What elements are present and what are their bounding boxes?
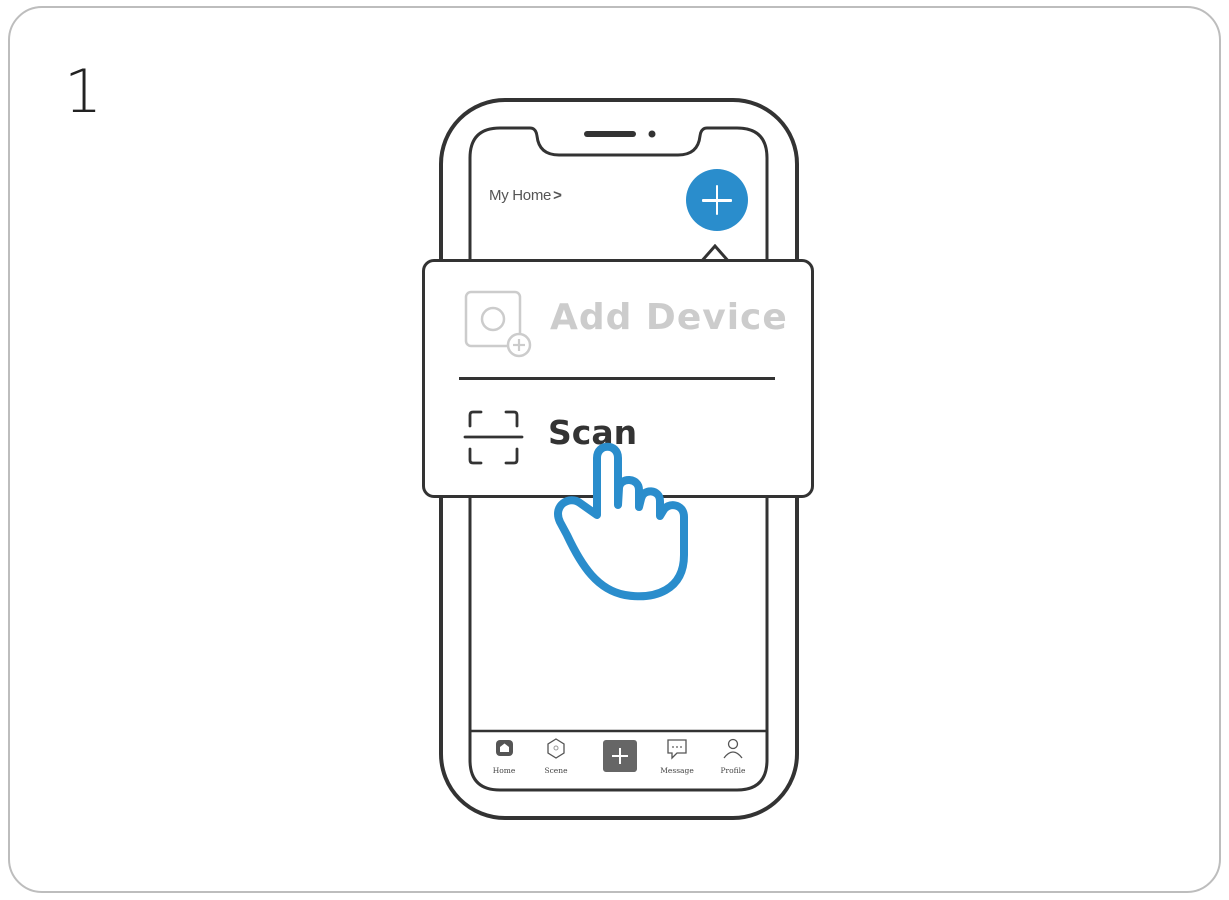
add-button[interactable] xyxy=(686,169,748,231)
front-camera xyxy=(648,130,656,138)
tab-add-button[interactable] xyxy=(603,740,637,772)
home-selector-label: My Home xyxy=(489,187,552,204)
chevron-right-icon: > xyxy=(553,187,562,204)
home-selector[interactable]: My Home > xyxy=(489,187,562,204)
add-device-option[interactable]: Add Device xyxy=(550,297,788,338)
tab-scene[interactable]: Scene xyxy=(531,766,581,775)
tab-home[interactable]: Home xyxy=(479,766,529,775)
menu-divider xyxy=(459,377,775,380)
speaker-grill xyxy=(584,131,636,137)
home-icon xyxy=(496,740,513,756)
tab-message[interactable]: Message xyxy=(652,766,702,775)
tab-profile[interactable]: Profile xyxy=(708,766,758,775)
scan-option[interactable]: Scan xyxy=(548,413,637,452)
